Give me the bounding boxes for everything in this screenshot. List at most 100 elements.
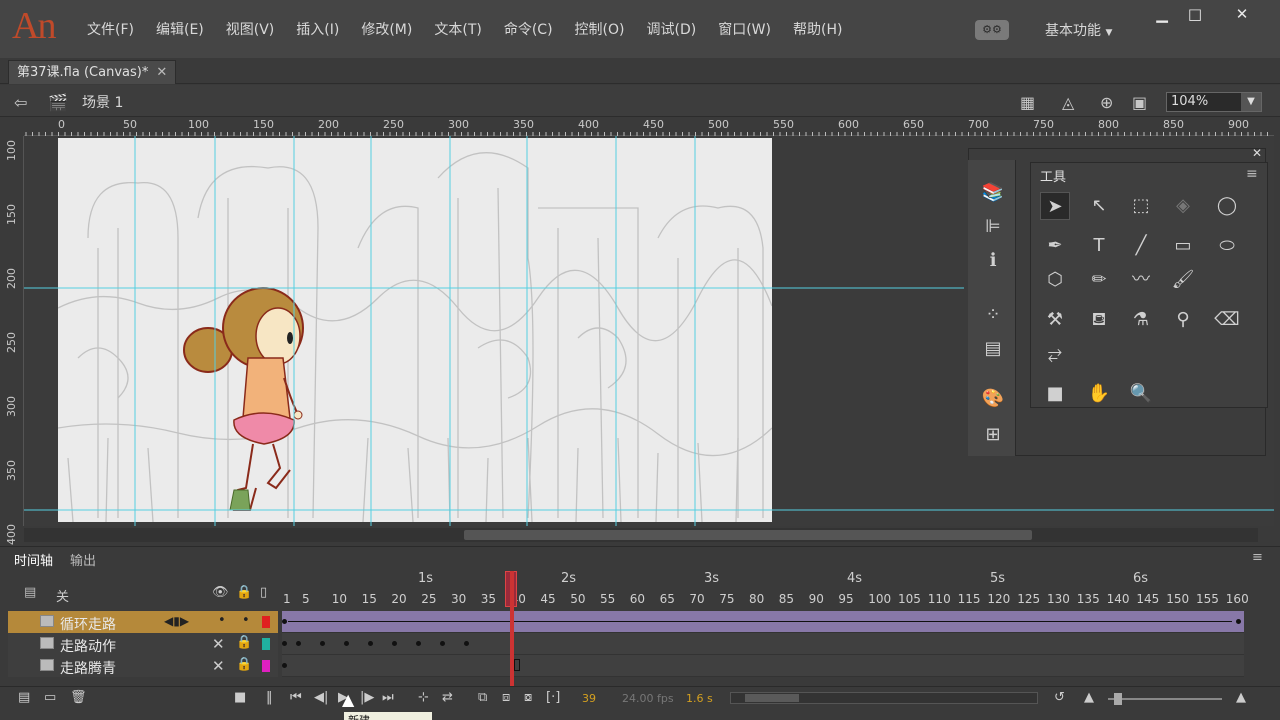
step-back-icon[interactable]: ◀| xyxy=(314,690,328,705)
lock-icon[interactable]: 🔒 xyxy=(236,657,252,672)
playhead[interactable] xyxy=(510,571,514,689)
align-icon[interactable]: ⊫ xyxy=(978,214,1008,240)
menu-help[interactable]: 帮助(H) xyxy=(782,20,853,40)
horizontal-scrollbar[interactable] xyxy=(24,528,1258,542)
bone-tool-icon[interactable]: ⚒ xyxy=(1040,306,1070,334)
delete-icon[interactable]: 🗑 xyxy=(70,690,87,705)
library-icon[interactable]: 📚 xyxy=(978,180,1008,206)
sync-settings-button[interactable]: ⚙⚙ xyxy=(975,20,1009,40)
current-frame[interactable]: 39 xyxy=(582,692,596,705)
keyframe[interactable] xyxy=(368,641,373,646)
keyframe[interactable] xyxy=(344,641,349,646)
frames-row[interactable] xyxy=(282,611,1244,633)
visibility-dot-icon[interactable]: • xyxy=(218,613,226,628)
go-first-frame-icon[interactable]: ⏮ xyxy=(290,690,302,705)
panel-menu-icon[interactable]: ≡ xyxy=(1246,166,1258,182)
onion-skin-icon[interactable]: ⧉ xyxy=(478,690,487,705)
edit-multiple-icon[interactable]: ⧇ xyxy=(524,690,532,705)
menu-edit[interactable]: 编辑(E) xyxy=(145,20,215,40)
menu-modify[interactable]: 修改(M) xyxy=(350,20,423,40)
zoom-select[interactable]: 104% ▼ xyxy=(1166,92,1262,112)
go-last-frame-icon[interactable]: ⏭ xyxy=(382,690,394,705)
keyframe[interactable] xyxy=(392,641,397,646)
layer-color-swatch[interactable] xyxy=(262,616,270,628)
free-transform-tool-icon[interactable]: ⬚ xyxy=(1126,192,1156,220)
menu-debug[interactable]: 调试(D) xyxy=(636,20,708,40)
zoom-tool-icon[interactable]: 🔍 xyxy=(1126,380,1156,408)
layer-depth-icon[interactable]: ‖ xyxy=(266,690,273,705)
transform-icon[interactable]: ⊞ xyxy=(978,422,1008,448)
lasso-tool-icon[interactable]: ◯ xyxy=(1212,192,1242,220)
frames-row[interactable] xyxy=(282,633,1244,655)
paint-bucket-tool-icon[interactable]: ⛾ xyxy=(1084,306,1114,334)
polystar-tool-icon[interactable]: ⬡ xyxy=(1040,266,1070,294)
chevron-down-icon[interactable]: ▼ xyxy=(1241,93,1261,111)
lock-icon[interactable]: 🔒 xyxy=(236,635,252,650)
layer-row[interactable]: 走路腾青 ✕ 🔒 xyxy=(8,655,278,677)
layer-color-swatch[interactable] xyxy=(262,638,270,650)
minimize-button[interactable]: ▁ xyxy=(1150,4,1174,24)
workspace-switcher[interactable]: 基本功能 ▼ xyxy=(1045,20,1112,40)
loop-icon[interactable]: ⇄ xyxy=(442,690,453,705)
zoom-out-icon[interactable]: ▲ xyxy=(1084,690,1094,705)
ink-bottle-tool-icon[interactable]: ⚗ xyxy=(1126,306,1156,334)
components-icon[interactable]: ▤ xyxy=(978,336,1008,362)
frames-row[interactable] xyxy=(282,655,1244,677)
scrollbar-thumb[interactable] xyxy=(745,694,799,702)
selection-tool-icon[interactable]: ➤ xyxy=(1040,192,1070,220)
onion-outline-icon[interactable]: ⧈ xyxy=(502,690,510,705)
panel-menu-icon[interactable]: ≡ xyxy=(1252,550,1263,565)
keyframe[interactable] xyxy=(282,663,287,668)
close-button[interactable]: ✕ xyxy=(1230,4,1254,24)
tab-timeline[interactable]: 时间轴 xyxy=(14,550,53,569)
camera-icon[interactable]: ■ xyxy=(234,690,246,705)
clip-stage-icon[interactable]: ▣ xyxy=(1132,93,1147,112)
oval-tool-icon[interactable]: ⬭ xyxy=(1212,232,1242,260)
menu-file[interactable]: 文件(F) xyxy=(76,20,145,40)
subselection-tool-icon[interactable]: ↖ xyxy=(1084,192,1114,220)
layer-color-swatch[interactable] xyxy=(262,660,270,672)
slider-thumb[interactable] xyxy=(1114,693,1122,705)
layer-arrows-icon[interactable]: ◀▮▶ xyxy=(164,614,189,628)
onion-markers-icon[interactable]: [·] xyxy=(546,690,560,705)
document-tab[interactable]: 第37课.fla (Canvas)* ✕ xyxy=(8,60,177,84)
reset-icon[interactable]: ↺ xyxy=(1054,690,1065,705)
text-tool-icon[interactable]: T xyxy=(1084,232,1114,260)
edit-scene-icon[interactable]: ▦ xyxy=(1020,93,1035,112)
menu-text[interactable]: 文本(T) xyxy=(423,20,492,40)
menu-window[interactable]: 窗口(W) xyxy=(707,20,782,40)
keyframe[interactable] xyxy=(416,641,421,646)
menu-control[interactable]: 控制(O) xyxy=(564,20,636,40)
pencil-tool-icon[interactable]: ✏ xyxy=(1084,266,1114,294)
swatches-icon[interactable]: ⁘ xyxy=(978,302,1008,328)
color-icon[interactable]: 🎨 xyxy=(978,386,1008,412)
width-tool-icon[interactable]: ⥂ xyxy=(1040,340,1070,368)
menu-insert[interactable]: 插入(I) xyxy=(285,20,350,40)
paint-brush-tool-icon[interactable]: 〰 xyxy=(1126,266,1156,294)
menu-commands[interactable]: 命令(C) xyxy=(493,20,564,40)
edit-symbol-icon[interactable]: ◬ xyxy=(1062,93,1074,112)
keyframe[interactable] xyxy=(296,641,301,646)
elapsed-time[interactable]: 1.6 s xyxy=(686,692,713,705)
zoom-in-icon[interactable]: ▲ xyxy=(1236,690,1246,705)
brush-tool-icon[interactable]: 🖌 xyxy=(1168,266,1198,294)
menu-view[interactable]: 视图(V) xyxy=(215,20,286,40)
maximize-button[interactable]: □ xyxy=(1183,4,1207,24)
keyframe[interactable] xyxy=(440,641,445,646)
layer-row[interactable]: 循环走路 ◀▮▶ • • xyxy=(8,611,278,633)
rectangle-tool-icon[interactable]: ▭ xyxy=(1168,232,1198,260)
keyframe[interactable] xyxy=(282,619,287,624)
info-icon[interactable]: ℹ xyxy=(978,248,1008,274)
eraser-tool-icon[interactable]: ⌫ xyxy=(1212,306,1242,334)
tab-output[interactable]: 输出 xyxy=(70,550,96,569)
timeline-scrollbar[interactable] xyxy=(730,692,1038,704)
pen-tool-icon[interactable]: ✒ xyxy=(1040,232,1070,260)
eye-icon[interactable]: 👁 xyxy=(212,585,229,600)
hand-tool-icon[interactable]: ✋ xyxy=(1084,380,1114,408)
keyframe[interactable] xyxy=(1236,619,1241,624)
lock-icon[interactable]: 🔒 xyxy=(236,585,252,600)
eyedropper-tool-icon[interactable]: ⚲ xyxy=(1168,306,1198,334)
keyframe[interactable] xyxy=(282,641,287,646)
timeline-zoom-slider[interactable] xyxy=(1108,693,1222,705)
step-forward-icon[interactable]: |▶ xyxy=(360,690,374,705)
